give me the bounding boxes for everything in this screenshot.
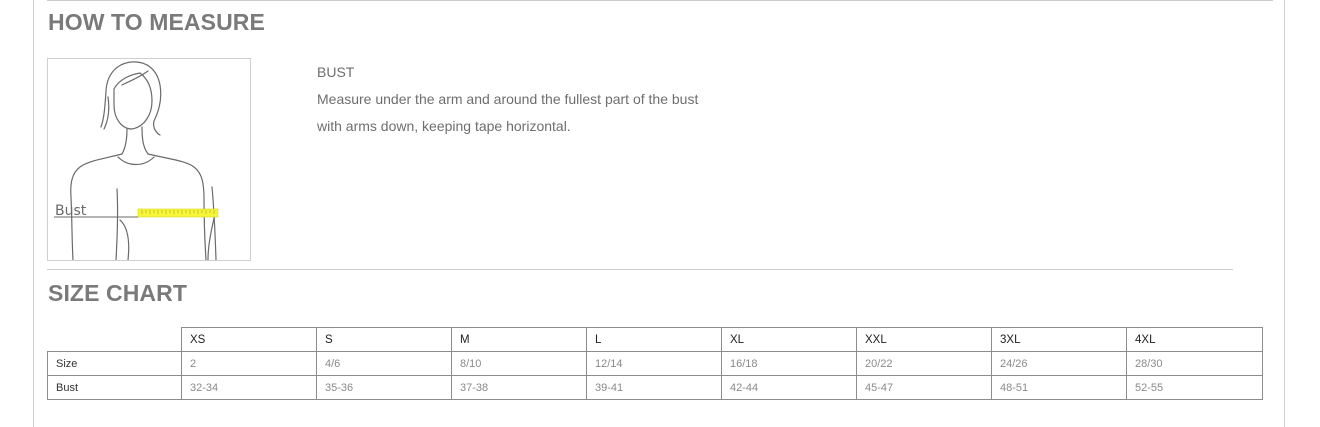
column-header: 3XL bbox=[991, 327, 1127, 352]
column-header: S bbox=[316, 327, 452, 352]
table-cell: 48-51 bbox=[991, 375, 1127, 400]
table-cell: 12/14 bbox=[586, 351, 722, 376]
table-row: Size 2 4/6 8/10 12/14 16/18 20/22 24/26 … bbox=[47, 351, 1263, 376]
column-header: XL bbox=[721, 327, 857, 352]
table-cell: 39-41 bbox=[586, 375, 722, 400]
column-header: M bbox=[451, 327, 587, 352]
table-cell: 45-47 bbox=[856, 375, 992, 400]
table-header-row: XS S M L XL XXL 3XL 4XL bbox=[47, 327, 1263, 352]
column-header: XXL bbox=[856, 327, 992, 352]
measure-line: with arms down, keeping tape horizontal. bbox=[317, 118, 571, 134]
measure-description: Measure under the arm and around the ful… bbox=[317, 86, 757, 140]
table-cell: 8/10 bbox=[451, 351, 587, 376]
size-chart-table: XS S M L XL XXL 3XL 4XL Size 2 4/6 8/10 … bbox=[47, 327, 1263, 400]
table-row: Bust 32-34 35-36 37-38 39-41 42-44 45-47… bbox=[47, 375, 1263, 400]
table-cell: 42-44 bbox=[721, 375, 857, 400]
size-chart-heading: SIZE CHART bbox=[48, 280, 187, 306]
table-cell: 35-36 bbox=[316, 375, 452, 400]
column-header: L bbox=[586, 327, 722, 352]
table-cell: 20/22 bbox=[856, 351, 992, 376]
row-label: Size bbox=[47, 351, 182, 376]
table-cell: 2 bbox=[181, 351, 317, 376]
column-header: XS bbox=[181, 327, 317, 352]
table-corner-cell bbox=[47, 327, 182, 352]
measure-line: Measure under the arm and around the ful… bbox=[317, 91, 699, 107]
bust-measure-illustration: Bust bbox=[47, 58, 251, 261]
how-to-measure-heading: HOW TO MEASURE bbox=[48, 9, 265, 35]
female-figure-icon: Bust bbox=[54, 61, 219, 260]
table-cell: 32-34 bbox=[181, 375, 317, 400]
table-cell: 52-55 bbox=[1126, 375, 1263, 400]
table-cell: 16/18 bbox=[721, 351, 857, 376]
section-divider bbox=[47, 269, 1233, 270]
top-divider bbox=[47, 0, 1273, 1]
table-cell: 28/30 bbox=[1126, 351, 1263, 376]
table-cell: 37-38 bbox=[451, 375, 587, 400]
column-header: 4XL bbox=[1126, 327, 1263, 352]
table-cell: 24/26 bbox=[991, 351, 1127, 376]
measure-title: BUST bbox=[317, 64, 355, 80]
table-cell: 4/6 bbox=[316, 351, 452, 376]
bust-figure-label: Bust bbox=[55, 203, 87, 219]
row-label: Bust bbox=[47, 375, 182, 400]
